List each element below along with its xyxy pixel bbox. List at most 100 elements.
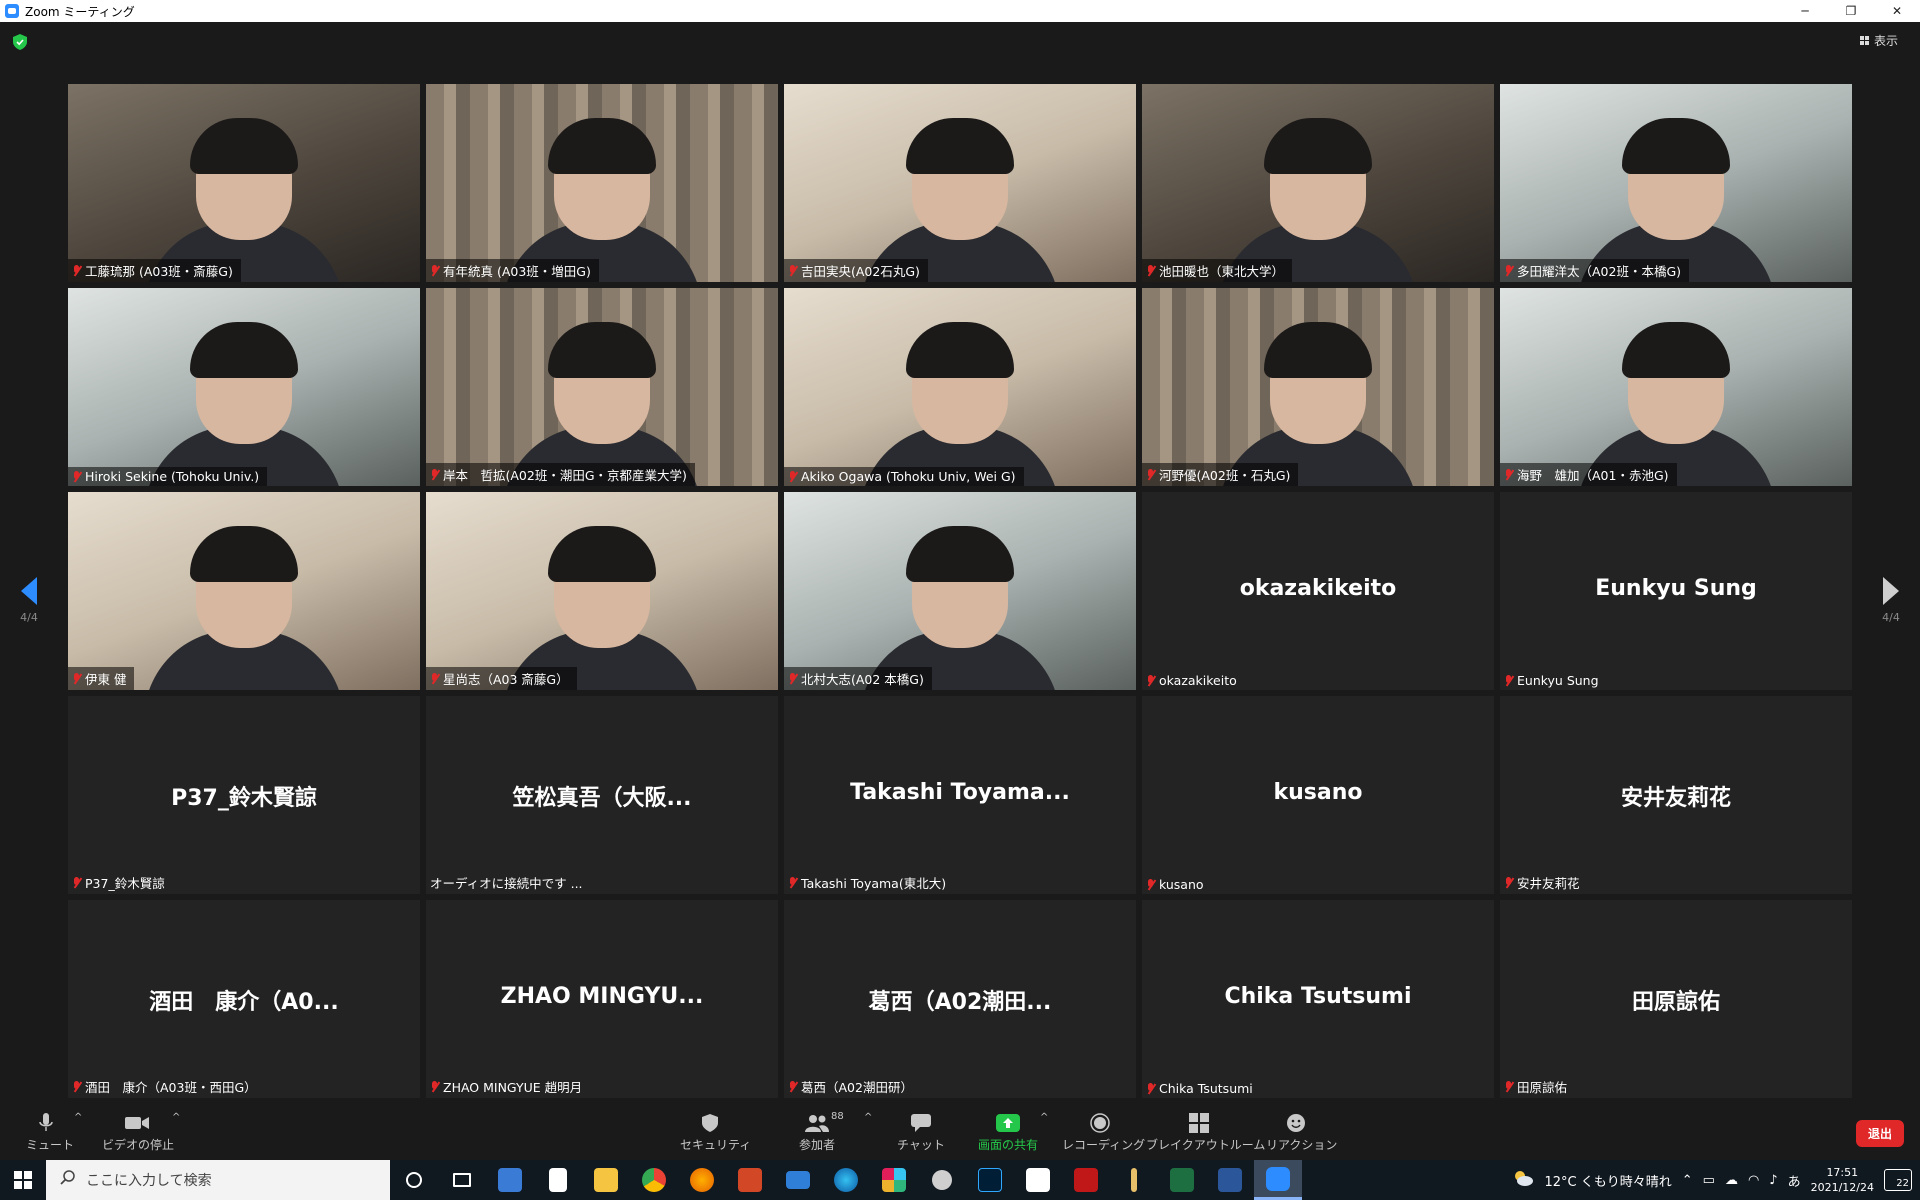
leave-meeting-button[interactable]: 退出 <box>1855 1120 1904 1147</box>
chat-button[interactable]: チャット <box>896 1112 946 1153</box>
muted-microphone-icon <box>1504 674 1514 687</box>
participant-video-face <box>548 321 656 444</box>
muted-microphone-icon <box>72 470 82 483</box>
participant-display-name: Chika Tsutsumi <box>1224 984 1412 1009</box>
participant-display-name: 酒田 康介（A0... <box>149 990 339 1015</box>
participant-name: kusano <box>1159 877 1204 892</box>
participant-tile[interactable]: 海野 雄加（A01・赤池G) <box>1500 288 1852 486</box>
close-button[interactable]: ✕ <box>1874 0 1920 22</box>
participant-tile[interactable]: ZHAO MINGYU... ZHAO MINGYUE 趙明月 <box>426 900 778 1098</box>
participant-name: 河野優(A02班・石丸G) <box>1159 468 1291 483</box>
participant-tile[interactable]: 葛西（A02潮田... 葛西（A02潮田研） <box>784 900 1136 1098</box>
photoshop-icon[interactable] <box>966 1160 1014 1200</box>
security-button[interactable]: セキュリティ <box>680 1112 751 1153</box>
participant-tile[interactable]: 伊東 健 <box>68 492 420 690</box>
pen-tool-icon[interactable] <box>1110 1160 1158 1200</box>
taskbar-search-box[interactable]: ここに入力して検索 <box>46 1160 390 1200</box>
utility-app-icon[interactable] <box>918 1160 966 1200</box>
participant-video-face <box>548 525 656 648</box>
next-page-button[interactable]: 4/4 <box>1876 577 1906 624</box>
participant-name: 酒田 康介（A03班・西田G） <box>85 1080 257 1095</box>
share-options-caret-icon[interactable]: ^ <box>1040 1112 1048 1123</box>
audio-options-caret-icon[interactable]: ^ <box>74 1112 82 1123</box>
participant-display-name: Eunkyu Sung <box>1595 576 1757 601</box>
participant-tile[interactable]: 星尚志（A03 斎藤G） <box>426 492 778 690</box>
participant-tile[interactable]: 酒田 康介（A0... 酒田 康介（A03班・西田G） <box>68 900 420 1098</box>
participant-tile[interactable]: 多田耀洋太（A02班・本橋G) <box>1500 84 1852 282</box>
mute-button[interactable]: ミュート <box>26 1112 75 1153</box>
muted-microphone-icon <box>1146 264 1156 277</box>
tray-chevron-up-icon[interactable]: ⌃ <box>1682 1173 1693 1188</box>
mute-label: ミュート <box>26 1138 75 1152</box>
mcafee-icon[interactable] <box>1062 1160 1110 1200</box>
store-app-icon[interactable] <box>486 1160 534 1200</box>
participant-tile[interactable]: 有年統真 (A03班・増田G) <box>426 84 778 282</box>
participant-tile[interactable]: Hiroki Sekine (Tohoku Univ.) <box>68 288 420 486</box>
minimize-button[interactable]: ─ <box>1782 0 1828 22</box>
share-screen-icon <box>972 1112 1044 1134</box>
previous-page-button[interactable]: 4/4 <box>14 577 44 624</box>
cortana-icon[interactable] <box>390 1160 438 1200</box>
participants-caret-icon[interactable]: ^ <box>864 1112 872 1123</box>
ime-indicator[interactable]: あ <box>1788 1171 1801 1190</box>
participant-name: okazakikeito <box>1159 673 1237 688</box>
file-explorer-icon[interactable] <box>582 1160 630 1200</box>
windows-taskbar: ここに入力して検索 12°C くもり時々晴れ ⌃ ▭ ☁ ◠ ♪ あ 17:51… <box>0 1160 1920 1200</box>
participant-tile[interactable]: Eunkyu Sung Eunkyu Sung <box>1500 492 1852 690</box>
slack-icon[interactable] <box>870 1160 918 1200</box>
participant-tile[interactable]: okazakikeito okazakikeito <box>1142 492 1494 690</box>
notification-count: 22 <box>1896 1178 1909 1189</box>
participant-tile[interactable]: Takashi Toyama... Takashi Toyama(東北大) <box>784 696 1136 894</box>
participant-name: 工藤琉那 (A03班・斎藤G) <box>85 264 233 279</box>
stop-video-button[interactable]: ビデオの停止 <box>102 1112 174 1153</box>
participant-tile[interactable]: Chika Tsutsumi Chika Tsutsumi <box>1142 900 1494 1098</box>
onedrive-cloud-icon[interactable]: ☁ <box>1725 1173 1738 1188</box>
notification-center-button[interactable]: 22 <box>1884 1169 1912 1191</box>
participant-name: P37_鈴木賢諒 <box>85 876 165 891</box>
view-toggle-button[interactable]: 表示 <box>1859 32 1898 49</box>
participant-tile[interactable]: 田原諒佑 田原諒佑 <box>1500 900 1852 1098</box>
zoom-taskbar-icon[interactable] <box>1254 1160 1302 1200</box>
start-button[interactable] <box>0 1160 46 1200</box>
encryption-shield-icon[interactable] <box>13 34 27 50</box>
participant-video-face <box>1264 117 1372 240</box>
share-screen-button[interactable]: 画面の共有 <box>972 1112 1044 1153</box>
excel-icon[interactable] <box>1158 1160 1206 1200</box>
volume-icon[interactable]: ♪ <box>1769 1173 1777 1188</box>
participant-tile[interactable]: 笠松真吾（大阪... オーディオに接続中です ... <box>426 696 778 894</box>
document-app-icon[interactable] <box>534 1160 582 1200</box>
mail-icon[interactable] <box>774 1160 822 1200</box>
participant-tile[interactable]: 池田暖也（東北大学） <box>1142 84 1494 282</box>
acrobat-icon[interactable] <box>1014 1160 1062 1200</box>
firefox-icon[interactable] <box>678 1160 726 1200</box>
participant-name-label: 池田暖也（東北大学） <box>1142 259 1293 282</box>
participant-tile[interactable]: 工藤琉那 (A03班・斎藤G) <box>68 84 420 282</box>
participant-tile[interactable]: kusano kusano <box>1142 696 1494 894</box>
breakout-rooms-button[interactable]: ブレイクアウトルーム <box>1146 1112 1265 1153</box>
wifi-icon[interactable]: ◠ <box>1748 1173 1759 1188</box>
muted-microphone-icon <box>430 468 440 481</box>
clock[interactable]: 17:51 2021/12/24 <box>1811 1165 1874 1195</box>
participant-tile[interactable]: Akiko Ogawa (Tohoku Univ, Wei G) <box>784 288 1136 486</box>
smiley-icon <box>1266 1112 1326 1134</box>
weather-cloud-icon[interactable] <box>1512 1170 1534 1190</box>
participant-name-label: 吉田実央(A02石丸G) <box>784 259 928 282</box>
word-icon[interactable] <box>1206 1160 1254 1200</box>
record-button[interactable]: レコーディング <box>1062 1112 1145 1153</box>
weather-text[interactable]: 12°C くもり時々晴れ <box>1544 1171 1671 1190</box>
edge-icon[interactable] <box>822 1160 870 1200</box>
network-icon[interactable]: ▭ <box>1703 1173 1715 1188</box>
restore-button[interactable]: ❐ <box>1828 0 1874 22</box>
reactions-button[interactable]: リアクション <box>1266 1112 1337 1153</box>
participant-tile[interactable]: P37_鈴木賢諒 P37_鈴木賢諒 <box>68 696 420 894</box>
participant-tile[interactable]: 北村大志(A02 本橋G) <box>784 492 1136 690</box>
powerpoint-icon[interactable] <box>726 1160 774 1200</box>
participant-tile[interactable]: 河野優(A02班・石丸G) <box>1142 288 1494 486</box>
task-view-icon[interactable] <box>438 1160 486 1200</box>
participant-tile[interactable]: 安井友莉花 安井友莉花 <box>1500 696 1852 894</box>
chrome-icon[interactable] <box>630 1160 678 1200</box>
participant-tile[interactable]: 岸本 哲拡(A02班・潮田G・京都産業大学) <box>426 288 778 486</box>
participant-tile[interactable]: 吉田実央(A02石丸G) <box>784 84 1136 282</box>
video-options-caret-icon[interactable]: ^ <box>172 1112 180 1123</box>
participants-label: 参加者 <box>798 1138 835 1152</box>
